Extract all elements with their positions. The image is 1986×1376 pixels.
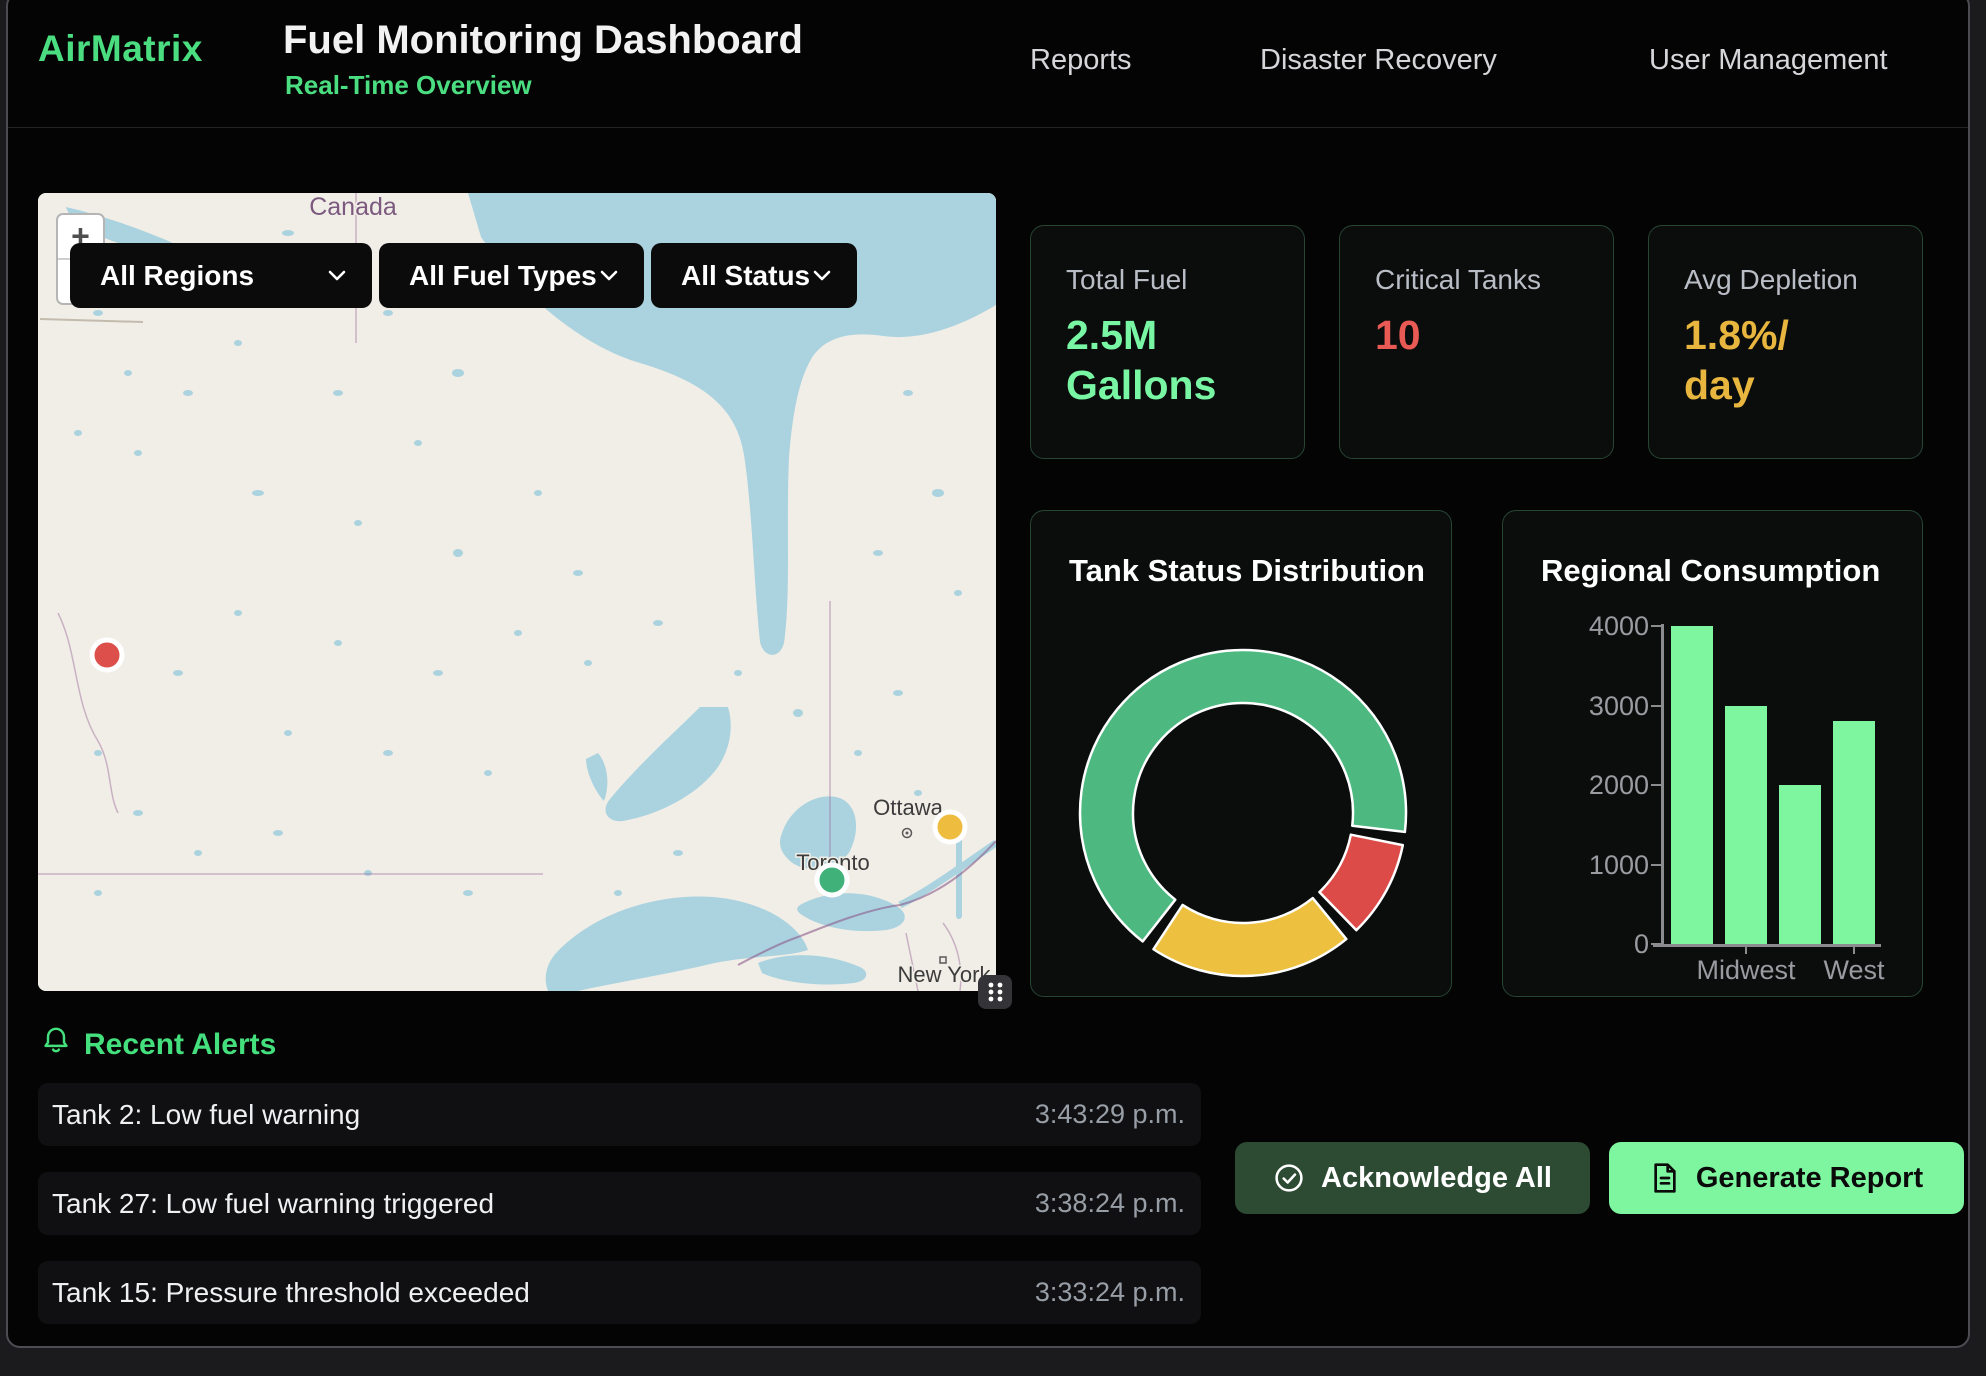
alert-timestamp: 3:33:24 p.m. — [1035, 1277, 1185, 1308]
stat-value-line: day — [1684, 360, 1789, 410]
alert-text: Tank 2: Low fuel warning — [52, 1099, 360, 1131]
stat-value: 2.5MGallons — [1066, 310, 1216, 410]
bell-icon — [40, 1024, 72, 1056]
check-circle-icon — [1273, 1162, 1305, 1194]
bar-x-tick-label: West — [1784, 955, 1924, 986]
alert-timestamp: 3:38:24 p.m. — [1035, 1188, 1185, 1219]
bar-y-tick — [1651, 625, 1661, 627]
tank-marker-warning[interactable] — [935, 812, 965, 842]
fuel-monitoring-dashboard: AirMatrix Fuel Monitoring Dashboard Real… — [0, 0, 1986, 1376]
donut-segment-critical — [1319, 835, 1402, 930]
bar-midwest — [1725, 706, 1767, 945]
stat-value-line: 10 — [1375, 310, 1421, 360]
recent-alerts-title: Recent Alerts — [84, 1028, 276, 1062]
stat-value-line: 2.5M — [1066, 310, 1216, 360]
map[interactable]: CanadaOttawaTorontoNew York + − All Regi… — [38, 193, 996, 991]
bar-x-tick — [1745, 946, 1747, 954]
stat-label: Critical Tanks — [1375, 264, 1541, 296]
stat-value: 10 — [1375, 310, 1421, 360]
alert-row[interactable]: Tank 27: Low fuel warning triggered 3:38:… — [38, 1172, 1201, 1235]
stat-label: Avg Depletion — [1684, 264, 1858, 296]
stat-label: Total Fuel — [1066, 264, 1187, 296]
stat-card-avg-depletion: Avg Depletion 1.8%/day — [1648, 225, 1923, 459]
page-subtitle: Real-Time Overview — [285, 70, 532, 101]
tank-marker-normal[interactable] — [817, 865, 847, 895]
chevron-down-icon — [600, 270, 618, 281]
header-divider — [8, 127, 1968, 128]
bar-y-tick-label: 3000 — [1561, 691, 1649, 722]
map-canvas: CanadaOttawaTorontoNew York — [38, 193, 996, 991]
bar-y-tick — [1651, 784, 1661, 786]
tank-marker-critical[interactable] — [92, 640, 122, 670]
app-logo: AirMatrix — [38, 28, 203, 70]
filter-label: All Regions — [100, 260, 254, 292]
tank-status-donut-chart — [1073, 643, 1413, 983]
ottawa-town-dot — [906, 832, 909, 835]
regional-consumption-bar-chart: 01000200030004000MidwestWest — [1503, 511, 1924, 998]
stat-value-line: 1.8%/ — [1684, 310, 1789, 360]
filter-all-status[interactable]: All Status — [651, 243, 857, 308]
stat-value: 1.8%/day — [1684, 310, 1789, 410]
acknowledge-all-button[interactable]: Acknowledge All — [1235, 1142, 1590, 1214]
generate-report-button[interactable]: Generate Report — [1609, 1142, 1964, 1214]
acknowledge-all-label: Acknowledge All — [1321, 1162, 1552, 1195]
report-document-icon — [1650, 1162, 1680, 1194]
alert-text: Tank 15: Pressure threshold exceeded — [52, 1277, 530, 1309]
bar-y-tick-label: 2000 — [1561, 770, 1649, 801]
bar-y-tick — [1651, 864, 1661, 866]
bar-northeast — [1671, 626, 1713, 944]
filter-all-fuel-types[interactable]: All Fuel Types — [379, 243, 644, 308]
filter-label: All Fuel Types — [409, 260, 597, 292]
resize-drag-handle-icon[interactable] — [978, 975, 1012, 1009]
page-title: Fuel Monitoring Dashboard — [283, 18, 803, 63]
filter-label: All Status — [681, 260, 810, 292]
bar-y-tick — [1651, 943, 1661, 945]
map-label-canada: Canada — [309, 193, 397, 221]
generate-report-label: Generate Report — [1696, 1162, 1923, 1195]
alert-row[interactable]: Tank 15: Pressure threshold exceeded 3:33… — [38, 1261, 1201, 1324]
bar-south — [1779, 785, 1821, 944]
bar-west — [1833, 721, 1875, 944]
filter-all-regions[interactable]: All Regions — [70, 243, 372, 308]
nav-reports[interactable]: Reports — [1030, 44, 1132, 77]
tank-status-title: Tank Status Distribution — [1069, 553, 1425, 589]
bar-y-tick-label: 1000 — [1561, 850, 1649, 881]
alert-row[interactable]: Tank 2: Low fuel warning 3:43:29 p.m. — [38, 1083, 1201, 1146]
tank-status-card: Tank Status Distribution — [1030, 510, 1452, 997]
map-label-ottawa: Ottawa — [873, 795, 943, 820]
bar-x-tick — [1853, 946, 1855, 954]
stat-value-line: Gallons — [1066, 360, 1216, 410]
chevron-down-icon — [328, 270, 346, 281]
stat-card-critical-tanks: Critical Tanks 10 — [1339, 225, 1614, 459]
bar-y-tick-label: 4000 — [1561, 611, 1649, 642]
regional-consumption-card: Regional Consumption 01000200030004000Mi… — [1502, 510, 1923, 997]
bar-x-axis — [1653, 944, 1881, 947]
bar-y-tick-label: 0 — [1561, 929, 1649, 960]
nav-disaster-recovery[interactable]: Disaster Recovery — [1260, 44, 1497, 77]
chevron-down-icon — [813, 270, 831, 281]
stat-card-total-fuel: Total Fuel 2.5MGallons — [1030, 225, 1305, 459]
donut-segment-warning — [1154, 898, 1347, 976]
bar-y-tick — [1651, 705, 1661, 707]
nav-user-management[interactable]: User Management — [1649, 44, 1888, 77]
alert-text: Tank 27: Low fuel warning triggered — [52, 1188, 494, 1220]
alert-timestamp: 3:43:29 p.m. — [1035, 1099, 1185, 1130]
bar-y-axis — [1661, 624, 1664, 944]
